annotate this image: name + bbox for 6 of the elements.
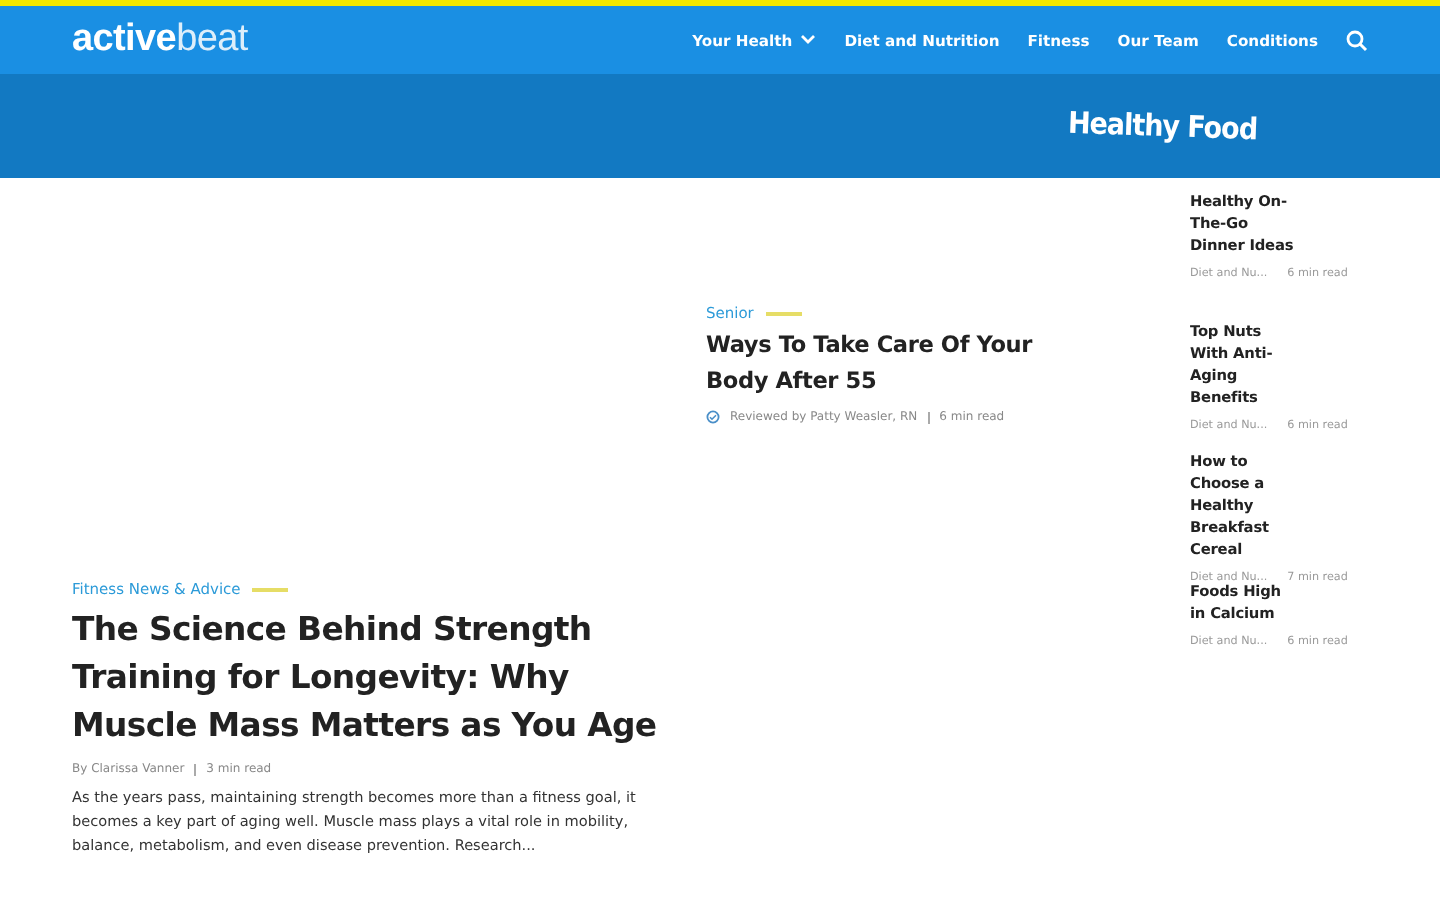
article-title[interactable]: The Science Behind Strength Training for Longevity: Why Muscle Mass Matters as You Age — [72, 606, 672, 750]
search-icon[interactable] — [1346, 29, 1368, 51]
banner-title: Healthy Food — [1067, 104, 1258, 148]
logo[interactable]: activebeat — [72, 18, 248, 62]
check-circle-icon — [706, 410, 720, 424]
article-title[interactable]: Ways To Take Care Of Your Body After 55 — [706, 328, 1060, 400]
